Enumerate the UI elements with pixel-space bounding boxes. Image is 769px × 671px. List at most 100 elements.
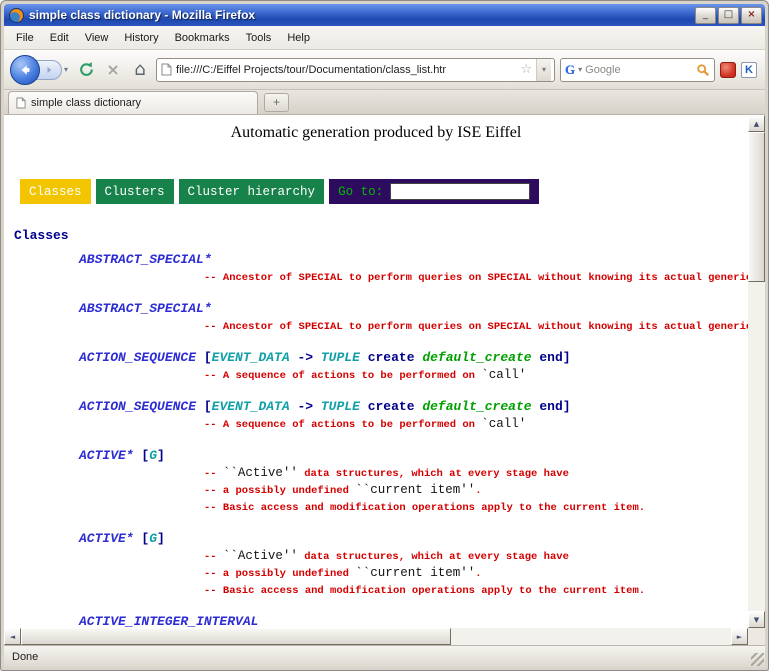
resize-grip-icon[interactable]: [751, 653, 764, 666]
page-nav-buttons: Classes Clusters Cluster hierarchy Go to…: [20, 179, 748, 204]
menu-history[interactable]: History: [116, 28, 166, 48]
class-link[interactable]: ACTIVE*: [79, 531, 134, 546]
home-icon: ⌂: [134, 59, 145, 80]
cluster-hierarchy-button[interactable]: Cluster hierarchy: [179, 179, 325, 204]
menu-help[interactable]: Help: [279, 28, 318, 48]
comment-text: -- a possibly undefined: [204, 568, 355, 580]
scroll-down-icon[interactable]: ▼: [748, 611, 765, 628]
comment-line: -- Ancestor of SPECIAL to perform querie…: [204, 318, 748, 334]
class-entry: ACTIVE* [G]-- ``Active'' data structures…: [79, 448, 748, 515]
class-list: ABSTRACT_SPECIAL* -- Ancestor of SPECIAL …: [79, 252, 748, 628]
maximize-button[interactable]: □: [718, 7, 739, 24]
horizontal-scrollbar[interactable]: ◄ ►: [4, 628, 748, 645]
signature-segment: end: [539, 399, 562, 414]
tab-bar: simple class dictionary +: [4, 90, 765, 115]
menu-edit[interactable]: Edit: [42, 28, 77, 48]
comment-line: -- Basic access and modification operati…: [204, 582, 748, 598]
scroll-up-icon[interactable]: ▲: [748, 115, 765, 132]
class-signature: ACTIVE* [G]: [79, 448, 748, 464]
page-icon: [161, 63, 172, 76]
comment-text: -- A sequence of actions to be performed…: [204, 370, 481, 382]
class-entry: ACTION_SEQUENCE [EVENT_DATA -> TUPLE cre…: [79, 399, 748, 432]
classes-heading: Classes: [14, 228, 748, 244]
navigation-toolbar: ▾ × ⌂ file:///C:/Eiffel Projects/tour/Do…: [4, 50, 765, 90]
signature-segment: ]: [563, 399, 571, 414]
horizontal-scrollbar-thumb[interactable]: [21, 628, 451, 645]
comment-text: -- Ancestor of SPECIAL to perform querie…: [204, 321, 748, 333]
signature-segment: [: [134, 448, 150, 463]
class-signature: ACTION_SEQUENCE [EVENT_DATA -> TUPLE cre…: [79, 399, 748, 415]
back-button[interactable]: [10, 55, 40, 85]
menu-tools[interactable]: Tools: [238, 28, 280, 48]
signature-segment: ->: [290, 350, 321, 365]
comment-text: -- a possibly undefined: [204, 485, 355, 497]
signature-segment: [: [134, 531, 150, 546]
inline-code: ``current item'': [355, 483, 475, 497]
class-signature: ACTIVE_INTEGER_INTERVAL: [79, 614, 748, 628]
class-link[interactable]: ACTION_SEQUENCE: [79, 399, 196, 414]
comment-line: -- A sequence of actions to be performed…: [204, 367, 748, 383]
menu-bookmarks[interactable]: Bookmarks: [167, 28, 238, 48]
addon-icon-red[interactable]: [720, 62, 736, 78]
inline-code: ``current item'': [355, 566, 475, 580]
vertical-scrollbar[interactable]: ▲ ▼: [748, 115, 765, 628]
back-icon: [18, 63, 32, 77]
menu-view[interactable]: View: [77, 28, 117, 48]
vertical-scrollbar-track[interactable]: [748, 282, 765, 611]
goto-input[interactable]: [390, 183, 530, 200]
comment-line: -- ``Active'' data structures, which at …: [204, 465, 748, 481]
signature-segment: TUPLE: [321, 399, 360, 414]
goto-block: Go to:: [329, 179, 539, 204]
signature-segment: [360, 399, 368, 414]
class-signature: ACTION_SEQUENCE [EVENT_DATA -> TUPLE cre…: [79, 350, 748, 366]
horizontal-scrollbar-track[interactable]: [451, 628, 731, 645]
menu-file[interactable]: File: [8, 28, 42, 48]
class-entry: ACTIVE* [G]-- ``Active'' data structures…: [79, 531, 748, 598]
class-link[interactable]: ABSTRACT_SPECIAL*: [79, 301, 212, 316]
search-engine-dropdown-icon[interactable]: ▾: [578, 65, 582, 74]
page-title: Automatic generation produced by ISE Eif…: [4, 123, 748, 143]
bookmark-star-icon[interactable]: ☆: [520, 62, 532, 77]
comment-line: -- Basic access and modification operati…: [204, 499, 748, 515]
new-tab-button[interactable]: +: [264, 93, 289, 112]
url-dropdown-icon[interactable]: ▾: [536, 59, 551, 81]
url-bar[interactable]: file:///C:/Eiffel Projects/tour/Document…: [156, 58, 555, 82]
search-box[interactable]: G ▾ Google: [560, 58, 715, 82]
signature-segment: [: [196, 350, 212, 365]
class-link[interactable]: ACTIVE*: [79, 448, 134, 463]
class-link[interactable]: ACTIVE_INTEGER_INTERVAL: [79, 614, 258, 628]
class-entry: ACTION_SEQUENCE [EVENT_DATA -> TUPLE cre…: [79, 350, 748, 383]
close-button[interactable]: ×: [741, 7, 762, 24]
signature-segment: create: [368, 350, 415, 365]
signature-segment: G: [149, 531, 157, 546]
search-icon[interactable]: [696, 63, 710, 77]
search-input[interactable]: Google: [585, 64, 693, 76]
tab-simple-class-dictionary[interactable]: simple class dictionary: [8, 91, 258, 114]
class-link[interactable]: ABSTRACT_SPECIAL*: [79, 252, 212, 267]
signature-segment: end: [539, 350, 562, 365]
minimize-button[interactable]: _: [695, 7, 716, 24]
titlebar[interactable]: simple class dictionary - Mozilla Firefo…: [4, 4, 765, 26]
vertical-scrollbar-thumb[interactable]: [748, 132, 765, 282]
inline-code: ``Active'': [223, 466, 298, 480]
forward-icon: [43, 64, 55, 76]
url-text[interactable]: file:///C:/Eiffel Projects/tour/Document…: [176, 64, 516, 76]
signature-segment: [360, 350, 368, 365]
google-logo-icon: G: [565, 62, 575, 78]
comment-line: -- ``Active'' data structures, which at …: [204, 548, 748, 564]
signature-segment: default_create: [422, 399, 531, 414]
status-bar: Done: [4, 645, 765, 667]
home-button[interactable]: ⌂: [129, 59, 151, 81]
class-link[interactable]: ACTION_SEQUENCE: [79, 350, 196, 365]
addon-icon-k[interactable]: K: [741, 62, 757, 78]
signature-segment: EVENT_DATA: [212, 350, 290, 365]
comment-text: -- A sequence of actions to be performed…: [204, 419, 481, 431]
reload-button[interactable]: [75, 59, 97, 81]
clusters-button[interactable]: Clusters: [96, 179, 174, 204]
history-dropdown-icon[interactable]: ▾: [62, 65, 70, 74]
tab-title: simple class dictionary: [31, 97, 141, 109]
scroll-right-icon[interactable]: ►: [731, 628, 748, 645]
classes-button[interactable]: Classes: [20, 179, 91, 204]
stop-button[interactable]: ×: [102, 59, 124, 81]
scroll-left-icon[interactable]: ◄: [4, 628, 21, 645]
